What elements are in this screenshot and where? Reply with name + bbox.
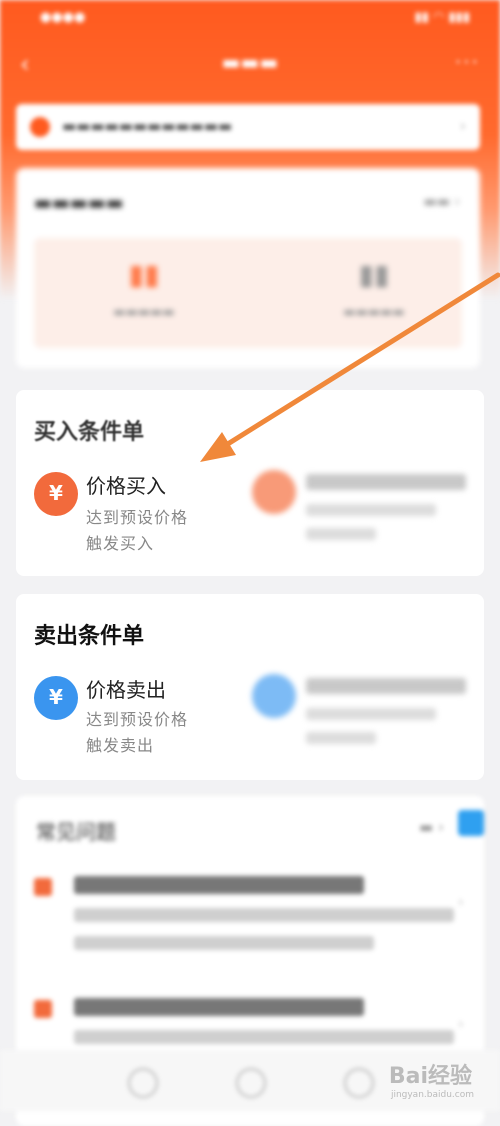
stat-item[interactable]: ▮▮ ▬▬▬▬▬: [54, 258, 234, 320]
chevron-right-icon: ›: [459, 116, 466, 135]
notice-text: ▬▬▬▬▬▬▬▬▬▬▬▬: [62, 117, 233, 135]
yen-icon[interactable]: ¥: [34, 472, 78, 516]
option-desc-placeholder: [306, 504, 436, 516]
faq-bullet-icon: [34, 878, 52, 896]
price-buy-desc: 达到预设价格: [86, 508, 189, 527]
faq-question-placeholder: [74, 876, 364, 894]
faq-question-placeholder: [74, 998, 364, 1016]
faq-bullet-icon: [34, 1000, 52, 1018]
blurred-option[interactable]: [252, 674, 472, 774]
faq-more[interactable]: ▬ ›: [419, 818, 444, 836]
sell-section-title: 卖出条件单: [34, 624, 145, 649]
navbar: ‹ ▬▬▬ ···: [0, 36, 500, 92]
toolbar-icon[interactable]: [344, 1068, 374, 1098]
chevron-right-icon: ›: [457, 892, 464, 911]
my-orders-title: ▬▬▬▬▬: [34, 192, 124, 214]
baidu-jingyan-watermark: Bai经验: [388, 1064, 472, 1089]
sell-conditions-card: 卖出条件单 ¥ 价格卖出 达到预设价格 触发卖出: [16, 594, 484, 780]
blurred-option[interactable]: [252, 470, 472, 570]
watermark-url: jingyan.baidu.com: [390, 1090, 474, 1100]
price-sell-title[interactable]: 价格卖出: [86, 674, 166, 703]
notice-banner[interactable]: ▬▬▬▬▬▬▬▬▬▬▬▬ ›: [16, 104, 480, 150]
option-icon: [252, 470, 296, 514]
option-desc-placeholder: [306, 528, 376, 540]
stat-label: ▬▬▬▬▬: [113, 305, 175, 320]
my-orders-stats: ▮▮ ▬▬▬▬▬ ▮▮ ▬▬▬▬▬: [34, 238, 462, 348]
buy-section-title: 买入条件单: [34, 420, 145, 445]
option-icon: [252, 674, 296, 718]
toolbar-icon[interactable]: [128, 1068, 158, 1098]
price-buy-title[interactable]: 价格买入: [86, 470, 166, 499]
price-buy-desc-2: 触发买入: [86, 534, 155, 553]
faq-answer-placeholder: [74, 908, 454, 922]
option-title-placeholder: [306, 474, 466, 490]
stat-number: ▮▮: [358, 258, 390, 291]
price-sell-desc: 达到预设价格: [86, 710, 189, 729]
page-title: ▬▬▬: [221, 50, 279, 74]
option-desc-placeholder: [306, 732, 376, 744]
buy-conditions-card: 买入条件单 ¥ 价格买入 达到预设价格 触发买入: [16, 390, 484, 576]
stat-item[interactable]: ▮▮ ▬▬▬▬▬: [284, 258, 464, 320]
option-desc-placeholder: [306, 708, 436, 720]
status-bar: ●●●● ▮▮ ◠ ▮▮▮: [0, 0, 500, 36]
stat-number: ▮▮: [128, 258, 160, 291]
status-icons: ▮▮ ◠ ▮▮▮: [414, 10, 470, 25]
chevron-right-icon: ›: [457, 1014, 464, 1033]
price-sell-desc-2: 触发卖出: [86, 736, 155, 755]
my-orders-more[interactable]: ▬▬ ›: [423, 194, 460, 210]
faq-answer-placeholder: [74, 1030, 454, 1044]
option-title-placeholder: [306, 678, 466, 694]
faq-item[interactable]: ›: [34, 872, 464, 962]
stat-label: ▬▬▬▬▬: [343, 305, 405, 320]
more-icon[interactable]: ···: [455, 50, 480, 74]
yen-icon[interactable]: ¥: [34, 676, 78, 720]
faq-title: 常见问题: [36, 820, 116, 844]
faq-answer-placeholder: [74, 936, 374, 950]
my-orders-card[interactable]: ▬▬▬▬▬ ▬▬ › ▮▮ ▬▬▬▬▬ ▮▮ ▬▬▬▬▬: [16, 168, 480, 368]
faq-badge: [458, 810, 484, 836]
notice-icon: [30, 117, 50, 137]
toolbar-icon[interactable]: [236, 1068, 266, 1098]
status-time: ●●●●: [40, 10, 86, 25]
